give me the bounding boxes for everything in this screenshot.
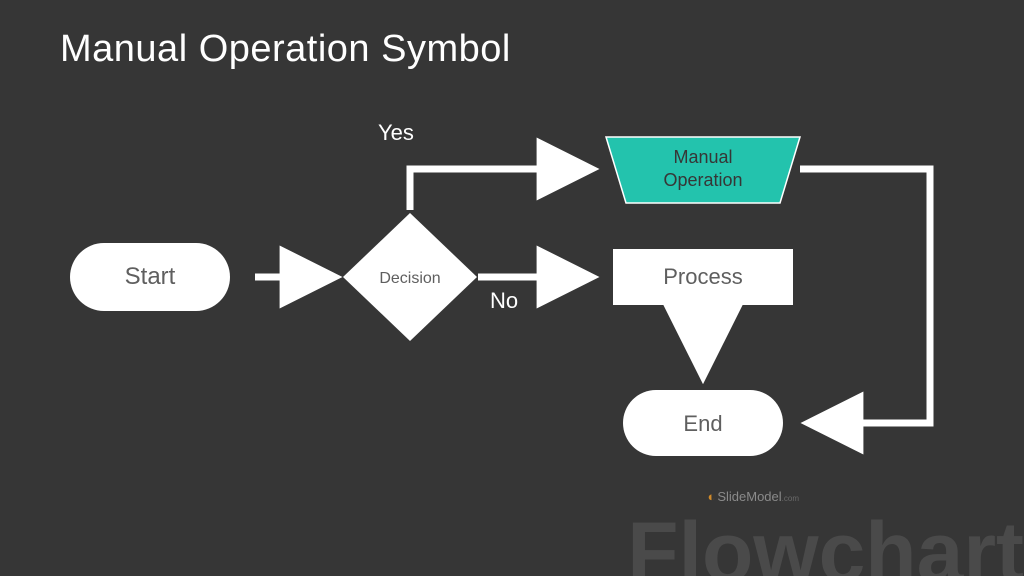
node-end: End: [623, 390, 783, 456]
node-start-label: Start: [125, 263, 176, 290]
node-start: Start: [70, 243, 230, 311]
node-manual-operation: Manual Operation: [606, 137, 800, 203]
arrow-decision-yes: [410, 169, 587, 210]
node-decision-label: Decision: [379, 270, 440, 287]
arrow-manual-to-end: [800, 169, 930, 423]
node-manual-label-2: Operation: [663, 170, 742, 190]
node-manual-label-1: Manual: [673, 147, 732, 167]
brand-watermark: ◐SlideModel.com: [707, 489, 799, 504]
edge-label-yes: Yes: [378, 120, 414, 145]
node-process: Process: [613, 249, 793, 305]
edge-label-no: No: [490, 288, 518, 313]
node-decision: Decision: [343, 213, 477, 341]
flowchart-canvas: Start Decision Yes No Manual Operation P…: [0, 0, 1024, 576]
background-watermark: Flowchart: [627, 510, 1024, 576]
node-process-label: Process: [663, 264, 742, 289]
node-end-label: End: [683, 411, 722, 436]
